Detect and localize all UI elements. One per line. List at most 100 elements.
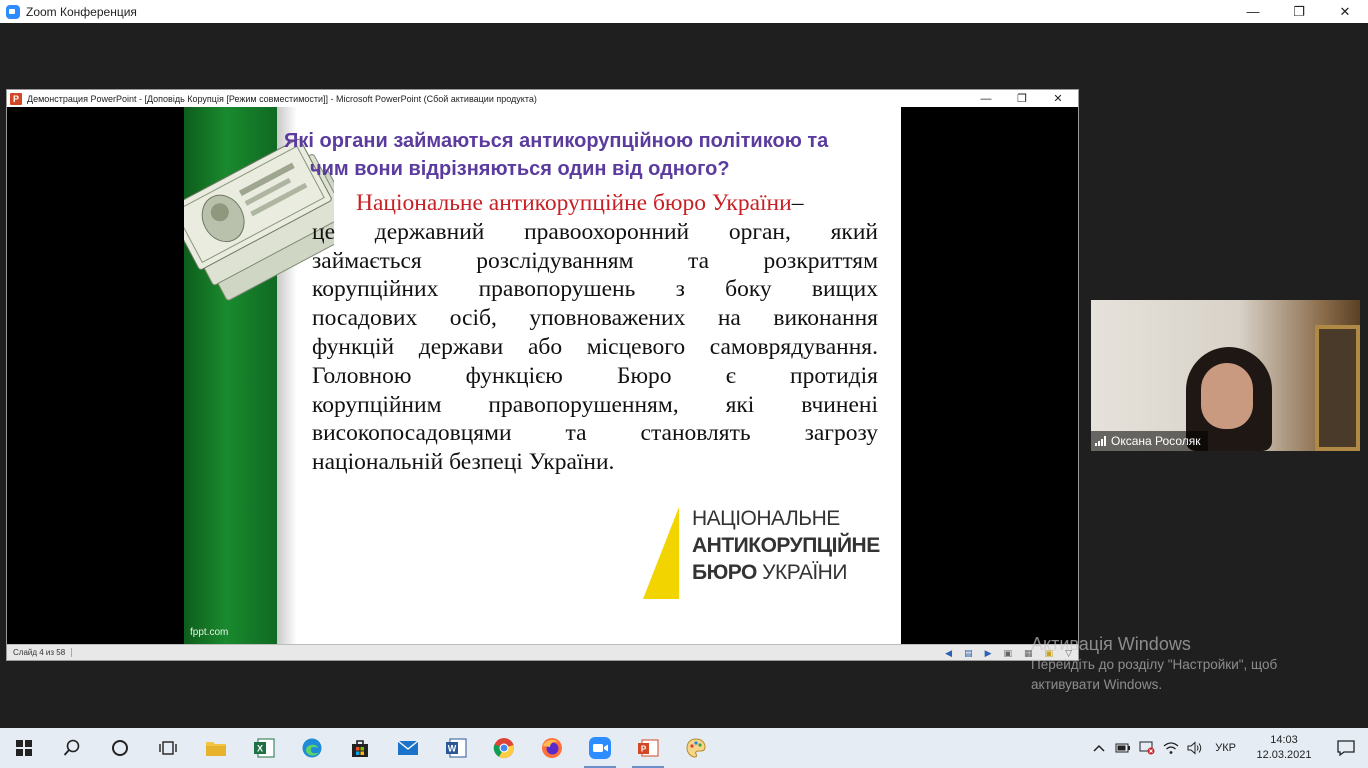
activation-line-2: активувати Windows.: [1031, 677, 1163, 692]
task-view-button[interactable]: [144, 728, 192, 768]
mail-button[interactable]: [384, 728, 432, 768]
slide-body-word: або: [527, 333, 563, 360]
slide-body-word: правопорушень: [478, 276, 636, 303]
ppt-restore-button[interactable]: ❐: [1004, 90, 1040, 107]
slide-counter: Слайд 4 из 58: [13, 648, 73, 657]
slide-body-line: посадових осіб, уповноважених на виконання: [312, 304, 878, 333]
cortana-button[interactable]: [96, 728, 144, 768]
slide-body-word: вчинені: [801, 391, 878, 418]
slide-body-line: національній безпеці України.: [312, 448, 878, 477]
search-icon: [63, 739, 80, 756]
search-button[interactable]: [48, 728, 96, 768]
nabu-logo-line-3: БЮРО УКРАЇНИ: [692, 559, 880, 586]
ppt-minimize-button[interactable]: —: [968, 90, 1004, 107]
slide-body-word: держави: [418, 333, 504, 360]
clock-time: 14:03: [1270, 734, 1298, 746]
normal-view-icon[interactable]: ▣: [1004, 648, 1013, 659]
video-person-face: [1201, 363, 1253, 429]
start-button[interactable]: [0, 728, 48, 768]
ppt-close-button[interactable]: ✕: [1040, 90, 1076, 107]
ppt-window-controls: — ❐ ✕: [968, 90, 1076, 107]
nabu-name-text: Національне антикорупційне бюро України: [356, 190, 792, 216]
svg-text:X: X: [257, 744, 263, 754]
slide-body-line: Головною функцією Бюро є протидія: [312, 362, 878, 391]
firefox-button[interactable]: [528, 728, 576, 768]
store-button[interactable]: [336, 728, 384, 768]
activation-title: Активація Windows: [1031, 634, 1191, 654]
slide-body-word: правоохоронний: [524, 218, 690, 245]
slide-body-last-line: національній безпеці України.: [312, 449, 615, 476]
wifi-icon[interactable]: [1159, 728, 1183, 768]
windows-activation-watermark: Активація Windows Перейдіть до розділу "…: [1031, 633, 1277, 695]
nabu-logo-text: НАЦІОНАЛЬНЕ АНТИКОРУПЦІЙНЕ БЮРО УКРАЇНИ: [692, 505, 880, 586]
slide-body-word: які: [725, 391, 755, 418]
slide-body-word: функцією: [465, 362, 563, 389]
slide-watermark: fppt.com: [190, 627, 229, 638]
system-tray: УКР 14:03 12.03.2021: [1087, 728, 1368, 768]
slide-body-word: державний: [374, 218, 485, 245]
slide-question-line-1: Які органи займаються антикорупційною по…: [284, 130, 829, 152]
show-hidden-icons-button[interactable]: [1087, 728, 1111, 768]
task-view-icon: [159, 741, 177, 755]
slide-body-word: вищих: [811, 276, 878, 303]
store-bag-icon: [352, 740, 368, 757]
zoom-window-title: Zoom Конференция: [26, 4, 137, 19]
excel-icon: X: [254, 738, 275, 758]
clock-date: 12.03.2021: [1256, 749, 1312, 761]
nabu-logo-line-2: АНТИКОРУПЦІЙНЕ: [692, 534, 880, 557]
ppt-status-bar: Слайд 4 из 58 ◀ ▤ ▶ ▣ ▦ ▣ ▽: [7, 644, 1078, 660]
zoom-window-controls: — ❐ ✕: [1230, 0, 1368, 23]
zoom-restore-button[interactable]: ❐: [1276, 0, 1322, 23]
nabu-logo-line-1: НАЦІОНАЛЬНЕ: [692, 507, 840, 530]
zoom-minimize-button[interactable]: —: [1230, 0, 1276, 23]
file-explorer-button[interactable]: [192, 728, 240, 768]
slide-body-word: та: [688, 247, 710, 274]
slide-body-line: корупційних правопорушень з боку вищих: [312, 275, 878, 304]
chevron-up-icon: [1093, 744, 1105, 752]
next-slide-icon[interactable]: ▶: [985, 648, 992, 659]
firefox-icon: [542, 738, 562, 758]
input-language[interactable]: УКР: [1215, 742, 1236, 754]
nabu-logo-line-3-bold: БЮРО: [692, 561, 757, 584]
taskbar: X W P УКР 14:03 12.03.2021: [0, 728, 1368, 768]
paint-button[interactable]: [672, 728, 720, 768]
volume-icon[interactable]: [1183, 728, 1207, 768]
slide-body-line: це державний правоохоронний орган, який: [312, 218, 878, 247]
zoom-titlebar: Zoom Конференция — ❐ ✕: [0, 0, 1368, 23]
slide[interactable]: fppt.com Які органи займаються антикоруп…: [184, 107, 901, 644]
word-button[interactable]: W: [432, 728, 480, 768]
action-center-button[interactable]: [1324, 728, 1368, 768]
slide-body-word: розслідуванням: [476, 247, 634, 274]
prev-slide-icon[interactable]: ◀: [945, 648, 952, 659]
battery-shape-icon: [1115, 743, 1131, 753]
signal-strength-icon: [1095, 436, 1106, 446]
network-alert-icon[interactable]: [1135, 728, 1159, 768]
wifi-signal-icon: [1163, 742, 1179, 754]
slide-body-word: місцевого: [586, 333, 686, 360]
edge-button[interactable]: [288, 728, 336, 768]
nabu-logo: НАЦІОНАЛЬНЕ АНТИКОРУПЦІЙНЕ БЮРО УКРАЇНИ: [639, 505, 880, 601]
slide-body-word: посадових: [312, 305, 418, 332]
slide-menu-icon[interactable]: ▤: [964, 648, 973, 659]
zoom-taskbar-button[interactable]: [576, 728, 624, 768]
powerpoint-app-icon: P: [638, 739, 659, 757]
slide-body-word: є: [725, 362, 736, 389]
participant-video[interactable]: Оксана Росоляк: [1091, 300, 1360, 451]
word-icon: W: [446, 738, 467, 758]
slide-body-dash: –: [791, 190, 804, 216]
edge-icon: [302, 738, 322, 758]
participant-name-label: Оксана Росоляк: [1091, 431, 1209, 451]
battery-icon[interactable]: [1111, 728, 1135, 768]
powerpoint-taskbar-button[interactable]: P: [624, 728, 672, 768]
nabu-logo-mark-icon: [643, 507, 679, 599]
chrome-button[interactable]: [480, 728, 528, 768]
slide-body-word: осіб,: [449, 305, 497, 332]
slide-body: Національне антикорупційне бюро України …: [312, 189, 878, 477]
system-clock[interactable]: 14:03 12.03.2021: [1244, 733, 1324, 763]
powerpoint-icon: P: [10, 92, 22, 105]
slide-body-line: корупційним правопорушенням, які вчинені: [312, 391, 878, 420]
excel-button[interactable]: X: [240, 728, 288, 768]
slide-body-line: функцій держави або місцевого самоврядування…: [312, 333, 878, 362]
folder-icon: [206, 742, 226, 756]
zoom-close-button[interactable]: ✕: [1322, 0, 1368, 23]
